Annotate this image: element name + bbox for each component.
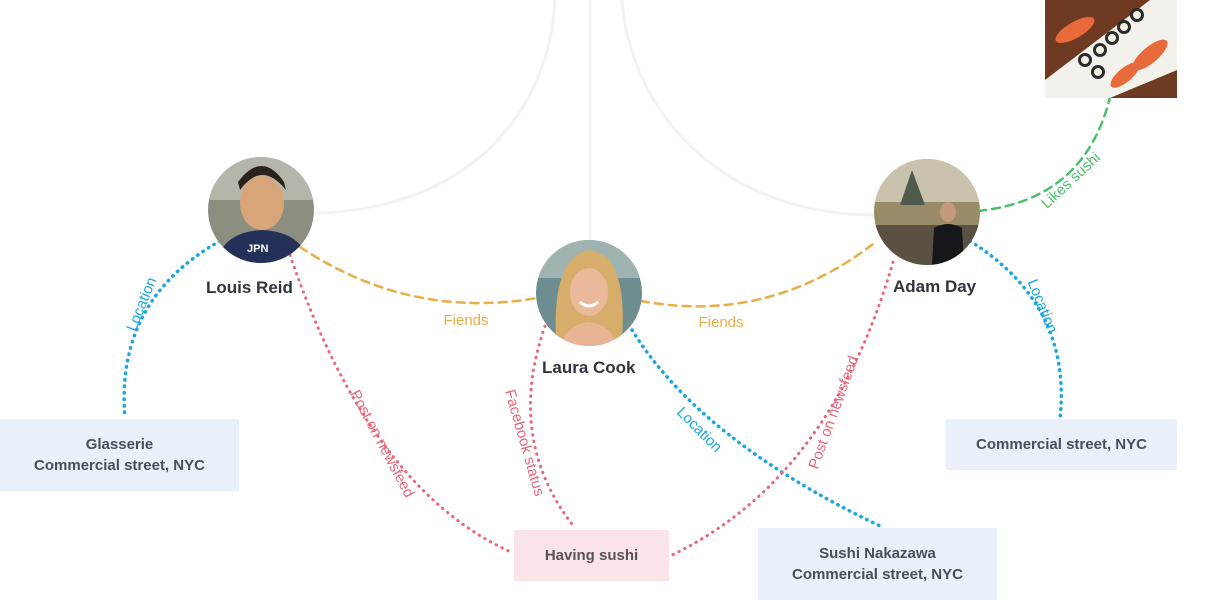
sushi-image[interactable] xyxy=(1045,0,1177,98)
edge-laura-location xyxy=(630,328,882,528)
edge-louis-post xyxy=(288,253,515,555)
label-fiends-left: Fiends xyxy=(443,312,488,329)
name-adam-day: Adam Day xyxy=(893,277,977,296)
label-louis-location: Location xyxy=(123,275,160,334)
name-laura-cook: Laura Cook xyxy=(542,358,636,377)
label-laura-status: Facebook status xyxy=(501,388,548,498)
box-adam-location[interactable]: Commercial street, NYC xyxy=(946,419,1177,470)
box-having-sushi[interactable]: Having sushi xyxy=(514,530,669,581)
box-glasserie-line1: Glasserie xyxy=(85,436,154,453)
label-laura-location: Location xyxy=(673,404,725,456)
avatar-adam-day[interactable] xyxy=(872,157,982,267)
box-glasserie-line2: Commercial street, NYC xyxy=(34,457,205,474)
box-sushi-nakazawa-line1: Sushi Nakazawa xyxy=(819,545,936,562)
edge-fiends-left xyxy=(298,245,539,305)
avatar-laura-cook[interactable] xyxy=(535,238,645,348)
box-having-sushi-line1: Having sushi xyxy=(544,547,639,564)
label-fiends-right: Fiends xyxy=(698,314,743,331)
box-sushi-nakazawa[interactable]: Sushi Nakazawa Commercial street, NYC xyxy=(758,528,997,600)
box-sushi-nakazawa-line2: Commercial street, NYC xyxy=(792,566,963,583)
box-adam-location-line1: Commercial street, NYC xyxy=(976,436,1147,453)
svg-text:JPN: JPN xyxy=(247,243,268,255)
edge-laura-status xyxy=(529,324,577,530)
box-glasserie[interactable]: Glasserie Commercial street, NYC xyxy=(0,419,239,491)
avatar-louis-reid[interactable]: JPN xyxy=(205,155,320,270)
edge-fiends-right xyxy=(639,239,879,308)
label-louis-post: Post on newsfeed xyxy=(346,387,417,500)
relationship-graph: Fiends Fiends Location Location Location… xyxy=(122,0,1177,558)
name-louis-reid: Louis Reid xyxy=(206,278,293,297)
background-arcs xyxy=(314,0,876,245)
label-adam-post: Post on newsfeed xyxy=(805,354,862,472)
label-likes-sushi: Likes sushi xyxy=(1038,149,1104,212)
label-adam-location: Location xyxy=(1024,277,1061,336)
